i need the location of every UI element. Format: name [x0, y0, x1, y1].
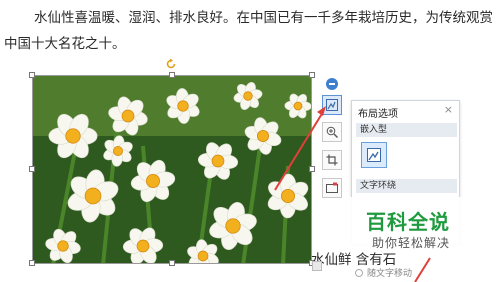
layout-options-button[interactable] — [322, 95, 342, 115]
move-with-text-label: 随文字移动 — [367, 269, 413, 279]
selection-handle-tl[interactable] — [29, 72, 35, 78]
narcissus-photo — [33, 76, 311, 263]
narcissus-image[interactable] — [32, 75, 312, 264]
watermark-subtitle: 助你轻松解决 — [372, 236, 451, 250]
inline-layout-option[interactable] — [361, 142, 387, 168]
selection-handle-bl[interactable] — [29, 260, 35, 266]
paragraph-2: 中国十大名花之十。 — [4, 36, 126, 52]
section-wrap-header: 文字环绕 — [356, 179, 457, 193]
image-frame-icon — [326, 182, 338, 193]
rotate-icon[interactable] — [165, 58, 177, 70]
watermark-title: 百科全说 — [366, 210, 450, 234]
section-inline-header: 嵌入型 — [356, 123, 457, 137]
zoom-button[interactable] — [322, 122, 342, 142]
close-icon[interactable]: × — [444, 103, 453, 116]
selection-handle-tc[interactable] — [169, 72, 175, 78]
crop-icon — [326, 154, 338, 166]
scroll-indicator[interactable] — [312, 261, 322, 271]
inline-layout-icon — [367, 148, 381, 162]
crop-button[interactable] — [322, 150, 342, 170]
zoom-in-icon — [326, 126, 338, 138]
collapse-toolbar-button[interactable] — [326, 78, 338, 90]
selection-handle-tr[interactable] — [309, 72, 315, 78]
selection-handle-bc[interactable] — [169, 260, 175, 266]
layout-icon — [326, 99, 338, 111]
move-with-text-option[interactable]: 随文字移动 — [355, 266, 412, 279]
image-frame-button[interactable] — [322, 178, 342, 198]
panel-title: 布局选项 — [358, 109, 398, 120]
paragraph-1: 水仙性喜温暖、湿润、排水良好。在中国已有一千多年栽培历史，为传统观赏 — [34, 10, 493, 26]
selection-handle-mr[interactable] — [309, 166, 315, 172]
radio-icon — [355, 268, 363, 277]
selection-handle-ml[interactable] — [29, 166, 35, 172]
